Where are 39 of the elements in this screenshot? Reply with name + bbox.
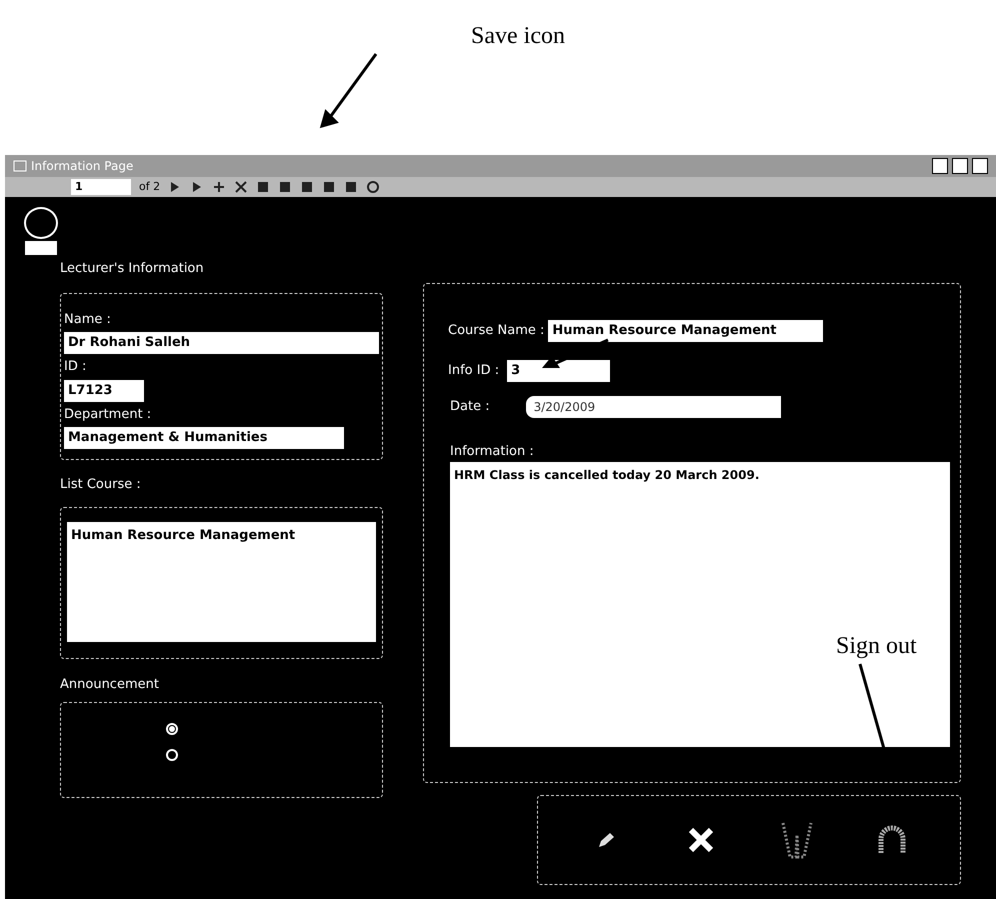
close-button[interactable]: [972, 158, 988, 174]
section-heading: Lecturer's Information: [60, 260, 205, 278]
course-name-field[interactable]: Human Resource Management: [548, 320, 824, 342]
delete-icon[interactable]: [234, 180, 248, 194]
section-heading: List Course :: [60, 476, 142, 494]
add-icon[interactable]: [212, 180, 226, 194]
field-label: Date :: [450, 398, 490, 416]
window-icon: [13, 160, 27, 172]
help-icon[interactable]: [366, 180, 380, 194]
date-field[interactable]: 3/20/2009: [526, 396, 781, 418]
course-list[interactable]: Human Resource Management: [67, 522, 376, 642]
text-field[interactable]: Dr Rohani Salleh: [64, 332, 379, 354]
maximize-button[interactable]: [952, 158, 968, 174]
field-label: Information :: [450, 443, 535, 461]
minimize-button[interactable]: [932, 158, 948, 174]
text-field[interactable]: L7123: [64, 380, 144, 402]
list-item[interactable]: Human Resource Management: [71, 526, 372, 545]
toolbar-icon[interactable]: [344, 180, 358, 194]
info-id-field[interactable]: 3: [507, 360, 610, 382]
window-title: Information Page: [31, 158, 134, 175]
field-label: ID :: [64, 358, 88, 376]
glass-icon: [780, 820, 814, 860]
radio-button[interactable]: [166, 749, 178, 761]
save-icon[interactable]: [278, 180, 292, 194]
toolbar-icon[interactable]: [322, 180, 336, 194]
field-label: Department :: [64, 406, 152, 424]
annotation-label: Save icon: [471, 22, 565, 51]
toolbar-icon[interactable]: [256, 180, 270, 194]
field-label: Name :: [64, 310, 112, 328]
position-field[interactable]: 1: [71, 179, 131, 195]
toolbar-icon[interactable]: [300, 180, 314, 194]
radio-button[interactable]: [166, 723, 178, 735]
logo-icon: [23, 205, 59, 257]
text-field[interactable]: Management & Humanities: [64, 427, 344, 449]
field-label: Info ID :: [448, 362, 500, 380]
field-label: Course Name :: [448, 322, 544, 340]
section-heading: Announcement: [60, 676, 160, 694]
annotation-arrow: [540, 338, 610, 370]
record-count: of 2: [139, 178, 160, 195]
